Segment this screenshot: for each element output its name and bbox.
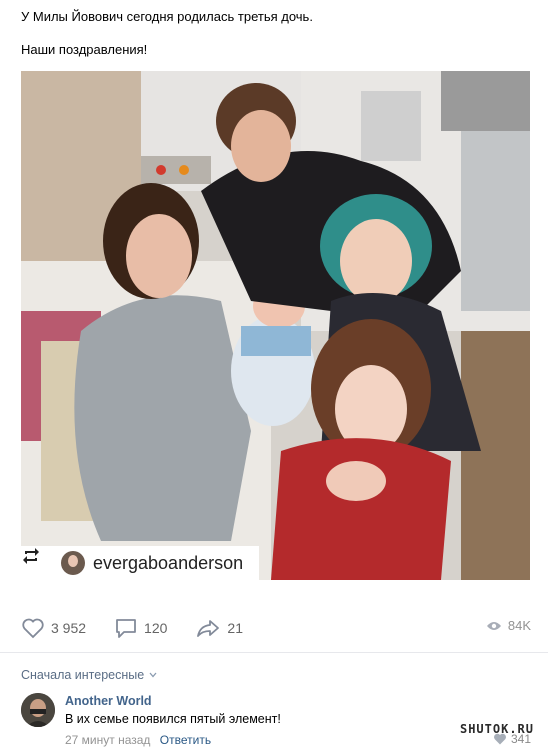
views-counter: 84K bbox=[486, 618, 531, 633]
sort-label: Сначала интересные bbox=[21, 668, 145, 682]
avatar[interactable] bbox=[21, 693, 55, 727]
reply-link[interactable]: Ответить bbox=[160, 733, 211, 747]
comment-text: В их семье появился пятый элемент! bbox=[65, 712, 281, 726]
divider bbox=[0, 652, 548, 653]
photo-tag[interactable]: evergaboanderson bbox=[21, 546, 259, 580]
post-text: У Милы Йовович сегодня родилась третья д… bbox=[21, 8, 531, 58]
heart-icon bbox=[22, 618, 44, 639]
photo-illustration bbox=[21, 71, 530, 580]
watermark: SHUTOK.RU bbox=[459, 722, 534, 736]
post-photo[interactable]: evergaboanderson bbox=[21, 71, 530, 580]
tag-avatar bbox=[61, 551, 85, 575]
comment-meta: 27 минут назад Ответить bbox=[65, 733, 211, 747]
share-icon bbox=[197, 620, 220, 637]
comment-time[interactable]: 27 минут назад bbox=[65, 733, 150, 747]
share-button[interactable]: 21 bbox=[195, 617, 243, 639]
comment-button[interactable]: 120 bbox=[114, 617, 167, 639]
like-button[interactable]: 3 952 bbox=[21, 617, 86, 639]
comment-count: 120 bbox=[144, 620, 168, 636]
eye-icon bbox=[486, 621, 501, 630]
comment-item: Another World В их семье появился пятый … bbox=[21, 693, 531, 748]
comments-sort[interactable]: Сначала интересные bbox=[21, 668, 157, 682]
post-text-line-1: У Милы Йовович сегодня родилась третья д… bbox=[21, 9, 313, 24]
post-text-line-2: Наши поздравления! bbox=[21, 42, 148, 57]
share-count: 21 bbox=[227, 620, 243, 636]
repost-arrows-icon bbox=[23, 548, 51, 573]
chevron-down-icon bbox=[149, 672, 157, 678]
post-actions: 3 952 120 21 84K bbox=[21, 616, 531, 640]
tag-username: evergaboanderson bbox=[93, 552, 244, 573]
like-count: 3 952 bbox=[51, 620, 87, 636]
comment-author[interactable]: Another World bbox=[65, 694, 152, 708]
views-count: 84K bbox=[507, 618, 531, 633]
comment-icon bbox=[116, 619, 136, 638]
